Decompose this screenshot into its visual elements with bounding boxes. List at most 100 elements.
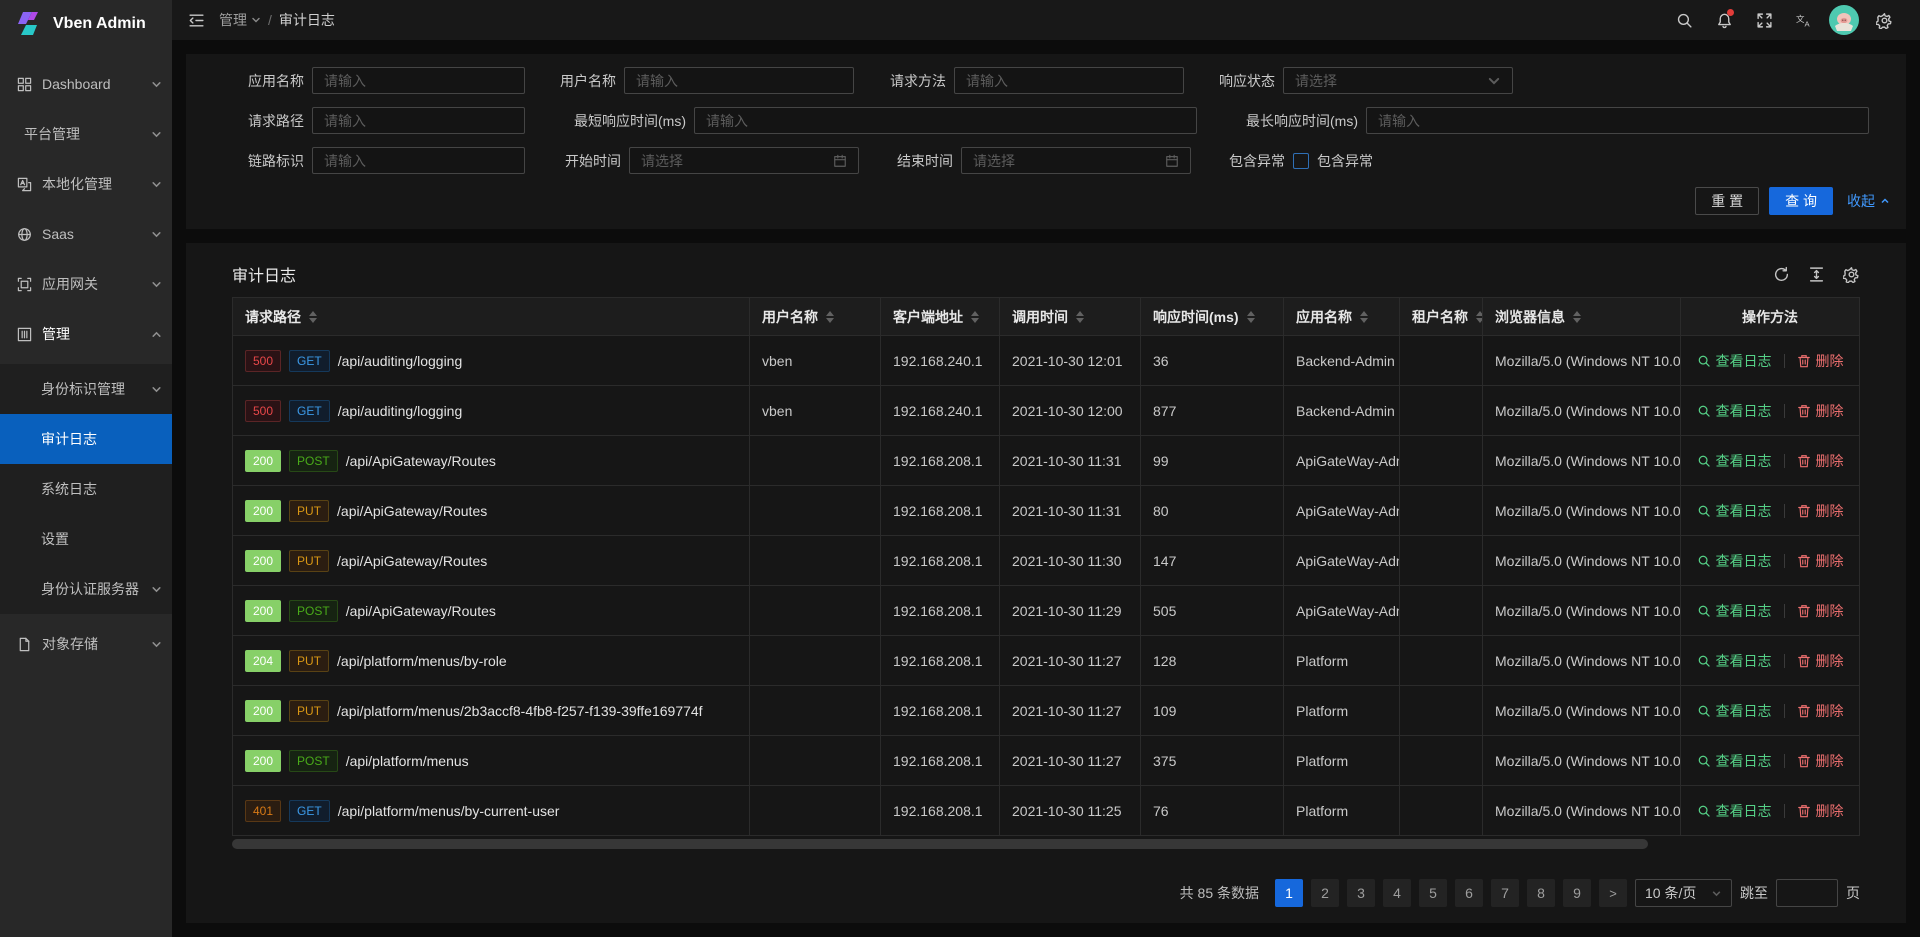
view-log-button[interactable]: 查看日志 (1697, 601, 1772, 621)
view-log-button[interactable]: 查看日志 (1697, 401, 1772, 421)
pagination-page-7[interactable]: 7 (1491, 879, 1519, 907)
breadcrumb-current: 审计日志 (279, 10, 335, 30)
sort-icon[interactable] (971, 311, 979, 323)
column-header-用户名称[interactable]: 用户名称 (750, 298, 881, 336)
search-button[interactable]: 查 询 (1769, 187, 1833, 215)
cell-client-address: 192.168.240.1 (881, 386, 1000, 436)
pagination-page-2[interactable]: 2 (1311, 879, 1339, 907)
column-header-请求路径[interactable]: 请求路径 (233, 298, 750, 336)
settings-icon[interactable] (1843, 266, 1860, 283)
refresh-icon[interactable] (1773, 266, 1790, 283)
pagination-page-6[interactable]: 6 (1455, 879, 1483, 907)
view-log-button[interactable]: 查看日志 (1697, 751, 1772, 771)
delete-button[interactable]: 删除 (1797, 601, 1844, 621)
column-header-客户端地址[interactable]: 客户端地址 (881, 298, 1000, 336)
sidebar-item-身份标识管理[interactable]: 身份标识管理 (0, 364, 172, 414)
sort-icon[interactable] (826, 311, 834, 323)
delete-button[interactable]: 删除 (1797, 501, 1844, 521)
column-header-应用名称[interactable]: 应用名称 (1284, 298, 1400, 336)
请求路径-input[interactable] (324, 108, 513, 133)
column-header-租户名称[interactable]: 租户名称 (1400, 298, 1483, 336)
include-exception-checkbox[interactable] (1293, 153, 1309, 169)
cell-app-name: Platform (1284, 636, 1400, 686)
sidebar-item-Saas[interactable]: Saas (0, 214, 172, 254)
cell-browser-info: Mozilla/5.0 (Windows NT 10.0; Win (1483, 336, 1681, 386)
search-icon[interactable] (1664, 0, 1704, 40)
delete-button[interactable]: 删除 (1797, 651, 1844, 671)
page-size-select[interactable]: 10 条/页 (1635, 879, 1732, 907)
delete-button[interactable]: 删除 (1797, 701, 1844, 721)
view-log-button[interactable]: 查看日志 (1697, 501, 1772, 521)
column-header-调用时间[interactable]: 调用时间 (1000, 298, 1141, 336)
column-header-响应时间(ms)[interactable]: 响应时间(ms) (1141, 298, 1284, 336)
pagination-page-4[interactable]: 4 (1383, 879, 1411, 907)
chevron-down-icon (1711, 888, 1722, 899)
delete-button[interactable]: 删除 (1797, 451, 1844, 471)
table-row: 500GET/api/auditing/loggingvben192.168.2… (233, 336, 1860, 386)
sidebar-item-应用网关[interactable]: 应用网关 (0, 264, 172, 304)
collapse-filter-link[interactable]: 收起 (1847, 191, 1890, 211)
sort-icon[interactable] (309, 311, 317, 323)
sidebar-item-对象存储[interactable]: 对象存储 (0, 624, 172, 664)
sidebar-item-管理[interactable]: 管理 (0, 314, 172, 354)
breadcrumb-root[interactable]: 管理 (219, 10, 261, 30)
最短响应时间(ms)-input[interactable] (706, 108, 1185, 133)
view-log-button[interactable]: 查看日志 (1697, 651, 1772, 671)
delete-button[interactable]: 删除 (1797, 551, 1844, 571)
column-header-浏览器信息[interactable]: 浏览器信息 (1483, 298, 1681, 336)
sidebar-item-本地化管理[interactable]: 本地化管理 (0, 164, 172, 204)
sidebar-item-平台管理[interactable]: 平台管理 (0, 114, 172, 154)
app-logo[interactable]: Vben Admin (0, 0, 172, 48)
delete-button[interactable]: 删除 (1797, 801, 1844, 821)
sort-icon[interactable] (1076, 311, 1084, 323)
sidebar-item-设置[interactable]: 设置 (0, 514, 172, 564)
fullscreen-icon[interactable] (1744, 0, 1784, 40)
delete-button[interactable]: 删除 (1797, 401, 1844, 421)
sort-icon[interactable] (1247, 311, 1255, 323)
用户名称-input[interactable] (636, 68, 842, 93)
reset-button[interactable]: 重 置 (1695, 187, 1759, 215)
结束时间-datepicker[interactable]: 请选择 (961, 147, 1191, 174)
sort-icon[interactable] (1573, 311, 1581, 323)
view-log-button[interactable]: 查看日志 (1697, 801, 1772, 821)
sidebar-item-Dashboard[interactable]: Dashboard (0, 64, 172, 104)
column-height-icon[interactable] (1808, 266, 1825, 283)
sort-icon[interactable] (1360, 311, 1368, 323)
pagination-page-8[interactable]: 8 (1527, 879, 1555, 907)
最长响应时间(ms)-input[interactable] (1378, 108, 1857, 133)
delete-button[interactable]: 删除 (1797, 751, 1844, 771)
view-log-button[interactable]: 查看日志 (1697, 551, 1772, 571)
delete-button[interactable]: 删除 (1797, 351, 1844, 371)
text-input-wrap (312, 107, 525, 134)
请求方法-input[interactable] (966, 68, 1172, 93)
locale-icon[interactable]: 文A (1784, 0, 1824, 40)
开始时间-datepicker[interactable]: 请选择 (629, 147, 859, 174)
链路标识-input[interactable] (324, 148, 513, 173)
delete-label: 删除 (1816, 751, 1844, 771)
view-log-button[interactable]: 查看日志 (1697, 451, 1772, 471)
cell-call-time: 2021-10-30 11:25 (1000, 786, 1141, 836)
pagination-page-5[interactable]: 5 (1419, 879, 1447, 907)
app-title: Vben Admin (53, 15, 146, 33)
pagination-page-9[interactable]: 9 (1563, 879, 1591, 907)
pagination-next-button[interactable]: > (1599, 879, 1627, 907)
notification-icon[interactable] (1704, 0, 1744, 40)
sidebar-collapse-icon[interactable] (188, 12, 205, 29)
响应状态-select[interactable]: 请选择 (1283, 67, 1513, 94)
view-log-button[interactable]: 查看日志 (1697, 351, 1772, 371)
pagination-page-3[interactable]: 3 (1347, 879, 1375, 907)
filter-field-最短响应时间(ms): 最短响应时间(ms) (534, 107, 1197, 134)
pagination-page-1[interactable]: 1 (1275, 879, 1303, 907)
scrollbar-thumb[interactable] (232, 839, 1648, 849)
sidebar-item-系统日志[interactable]: 系统日志 (0, 464, 172, 514)
view-log-button[interactable]: 查看日志 (1697, 701, 1772, 721)
sidebar-item-身份认证服务器[interactable]: 身份认证服务器 (0, 564, 172, 614)
horizontal-scrollbar[interactable] (232, 838, 1860, 850)
jump-page-input[interactable] (1776, 879, 1838, 907)
sort-icon[interactable] (1476, 311, 1483, 323)
user-avatar[interactable] (1824, 0, 1864, 40)
delete-label: 删除 (1816, 601, 1844, 621)
settings-icon[interactable] (1864, 0, 1904, 40)
sidebar-item-审计日志[interactable]: 审计日志 (0, 414, 172, 464)
应用名称-input[interactable] (324, 68, 513, 93)
